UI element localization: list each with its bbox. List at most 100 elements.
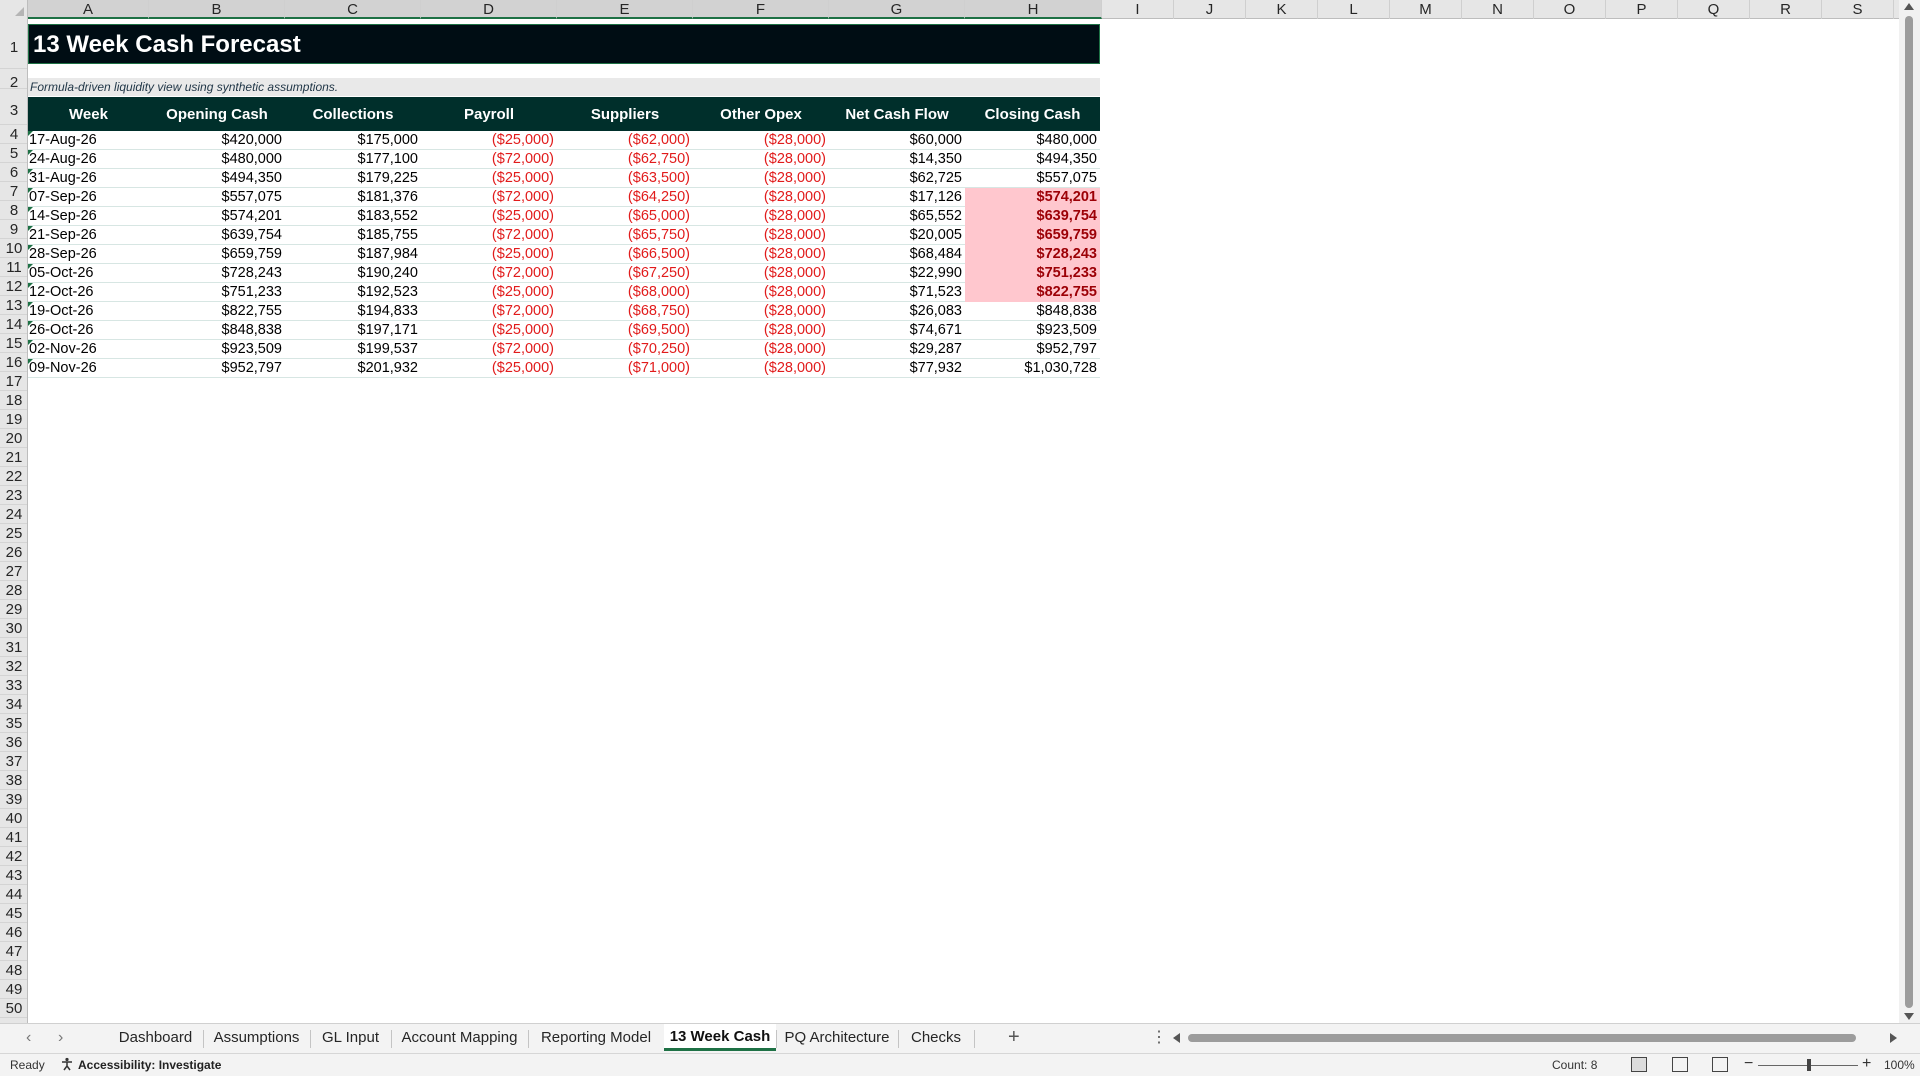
scroll-up-arrow-icon[interactable] xyxy=(1904,3,1914,10)
cell-payroll[interactable]: ($25,000) xyxy=(421,131,557,150)
cell-opening[interactable]: $659,759 xyxy=(149,245,285,264)
cell-other[interactable]: ($28,000) xyxy=(693,264,829,283)
cell-closing[interactable]: $494,350 xyxy=(965,150,1100,169)
row-header-31[interactable]: 31 xyxy=(0,638,27,657)
cell-suppliers[interactable]: ($62,000) xyxy=(557,131,693,150)
cell-other[interactable]: ($28,000) xyxy=(693,188,829,207)
row-header-44[interactable]: 44 xyxy=(0,885,27,904)
sheet-tab-13-week-cash[interactable]: 13 Week Cash xyxy=(664,1024,776,1051)
row-header-41[interactable]: 41 xyxy=(0,828,27,847)
row-header-35[interactable]: 35 xyxy=(0,714,27,733)
cell-week[interactable]: 05-Oct-26 xyxy=(28,264,149,283)
zoom-slider-knob[interactable] xyxy=(1807,1059,1811,1071)
row-header-28[interactable]: 28 xyxy=(0,581,27,600)
cell-payroll[interactable]: ($72,000) xyxy=(421,188,557,207)
row-header-5[interactable]: 5 xyxy=(0,144,27,163)
cell-closing[interactable]: $822,755 xyxy=(965,283,1100,302)
column-header-N[interactable]: N xyxy=(1462,0,1534,19)
column-header-B[interactable]: B xyxy=(149,0,285,19)
sheet-tab-pq-architecture[interactable]: PQ Architecture xyxy=(776,1025,898,1051)
row-header-15[interactable]: 15 xyxy=(0,334,27,353)
sheet-tab-reporting-model[interactable]: Reporting Model xyxy=(528,1025,664,1051)
cell-collections[interactable]: $190,240 xyxy=(285,264,421,283)
row-header-9[interactable]: 9 xyxy=(0,220,27,239)
cell-net[interactable]: $29,287 xyxy=(829,340,965,359)
cell-net[interactable]: $20,005 xyxy=(829,226,965,245)
cell-collections[interactable]: $177,100 xyxy=(285,150,421,169)
cell-collections[interactable]: $183,552 xyxy=(285,207,421,226)
cell-closing[interactable]: $923,509 xyxy=(965,321,1100,340)
row-header-39[interactable]: 39 xyxy=(0,790,27,809)
cell-other[interactable]: ($28,000) xyxy=(693,321,829,340)
row-header-34[interactable]: 34 xyxy=(0,695,27,714)
row-header-42[interactable]: 42 xyxy=(0,847,27,866)
cell-suppliers[interactable]: ($67,250) xyxy=(557,264,693,283)
row-header-49[interactable]: 49 xyxy=(0,980,27,999)
column-header-F[interactable]: F xyxy=(693,0,829,19)
cell-collections[interactable]: $201,932 xyxy=(285,359,421,378)
row-header-40[interactable]: 40 xyxy=(0,809,27,828)
column-header-L[interactable]: L xyxy=(1318,0,1390,19)
cell-payroll[interactable]: ($72,000) xyxy=(421,302,557,321)
row-header-32[interactable]: 32 xyxy=(0,657,27,676)
column-header-K[interactable]: K xyxy=(1246,0,1318,19)
cell-closing[interactable]: $848,838 xyxy=(965,302,1100,321)
cell-opening[interactable]: $728,243 xyxy=(149,264,285,283)
cell-payroll[interactable]: ($25,000) xyxy=(421,359,557,378)
cell-net[interactable]: $14,350 xyxy=(829,150,965,169)
row-header-11[interactable]: 11 xyxy=(0,258,27,277)
cell-week[interactable]: 17-Aug-26 xyxy=(28,131,149,150)
cell-collections[interactable]: $187,984 xyxy=(285,245,421,264)
cell-suppliers[interactable]: ($64,250) xyxy=(557,188,693,207)
scroll-left-arrow-icon[interactable] xyxy=(1173,1033,1180,1043)
cell-suppliers[interactable]: ($70,250) xyxy=(557,340,693,359)
column-header-M[interactable]: M xyxy=(1390,0,1462,19)
cell-opening[interactable]: $848,838 xyxy=(149,321,285,340)
cell-opening[interactable]: $480,000 xyxy=(149,150,285,169)
row-header-24[interactable]: 24 xyxy=(0,505,27,524)
column-header-A[interactable]: A xyxy=(28,0,149,19)
cell-suppliers[interactable]: ($69,500) xyxy=(557,321,693,340)
row-header-10[interactable]: 10 xyxy=(0,239,27,258)
cell-week[interactable]: 31-Aug-26 xyxy=(28,169,149,188)
column-header-H[interactable]: H xyxy=(965,0,1102,19)
sheet-tab-gl-input[interactable]: GL Input xyxy=(310,1025,391,1051)
row-header-16[interactable]: 16 xyxy=(0,353,27,372)
cell-closing[interactable]: $728,243 xyxy=(965,245,1100,264)
row-header-50[interactable]: 50 xyxy=(0,999,27,1018)
cell-other[interactable]: ($28,000) xyxy=(693,150,829,169)
page-break-view-icon[interactable] xyxy=(1712,1057,1728,1072)
row-header-46[interactable]: 46 xyxy=(0,923,27,942)
cell-collections[interactable]: $179,225 xyxy=(285,169,421,188)
cell-closing[interactable]: $751,233 xyxy=(965,264,1100,283)
header-other-opex[interactable]: Other Opex xyxy=(693,97,829,131)
header-payroll[interactable]: Payroll xyxy=(421,97,557,131)
row-header-48[interactable]: 48 xyxy=(0,961,27,980)
cell-payroll[interactable]: ($25,000) xyxy=(421,321,557,340)
sheet-tab-assumptions[interactable]: Assumptions xyxy=(203,1025,310,1051)
cell-payroll[interactable]: ($25,000) xyxy=(421,169,557,188)
cell-closing[interactable]: $1,030,728 xyxy=(965,359,1100,378)
cell-closing[interactable]: $659,759 xyxy=(965,226,1100,245)
cell-suppliers[interactable]: ($63,500) xyxy=(557,169,693,188)
sheet-subtitle-cell[interactable]: Formula-driven liquidity view using synt… xyxy=(28,78,1100,96)
cell-suppliers[interactable]: ($71,000) xyxy=(557,359,693,378)
row-header-12[interactable]: 12 xyxy=(0,277,27,296)
header-suppliers[interactable]: Suppliers xyxy=(557,97,693,131)
cell-collections[interactable]: $175,000 xyxy=(285,131,421,150)
select-all-corner[interactable] xyxy=(0,0,28,19)
cell-opening[interactable]: $639,754 xyxy=(149,226,285,245)
cell-payroll[interactable]: ($72,000) xyxy=(421,340,557,359)
cell-payroll[interactable]: ($72,000) xyxy=(421,150,557,169)
cell-payroll[interactable]: ($25,000) xyxy=(421,245,557,264)
cell-suppliers[interactable]: ($66,500) xyxy=(557,245,693,264)
cell-other[interactable]: ($28,000) xyxy=(693,359,829,378)
cell-suppliers[interactable]: ($68,750) xyxy=(557,302,693,321)
cell-other[interactable]: ($28,000) xyxy=(693,340,829,359)
horizontal-scroll-thumb[interactable] xyxy=(1188,1034,1856,1042)
vertical-scroll-thumb[interactable] xyxy=(1905,16,1913,1008)
cell-opening[interactable]: $557,075 xyxy=(149,188,285,207)
accessibility-status[interactable]: Accessibility: Investigate xyxy=(78,1058,221,1072)
column-header-P[interactable]: P xyxy=(1606,0,1678,19)
cell-closing[interactable]: $952,797 xyxy=(965,340,1100,359)
